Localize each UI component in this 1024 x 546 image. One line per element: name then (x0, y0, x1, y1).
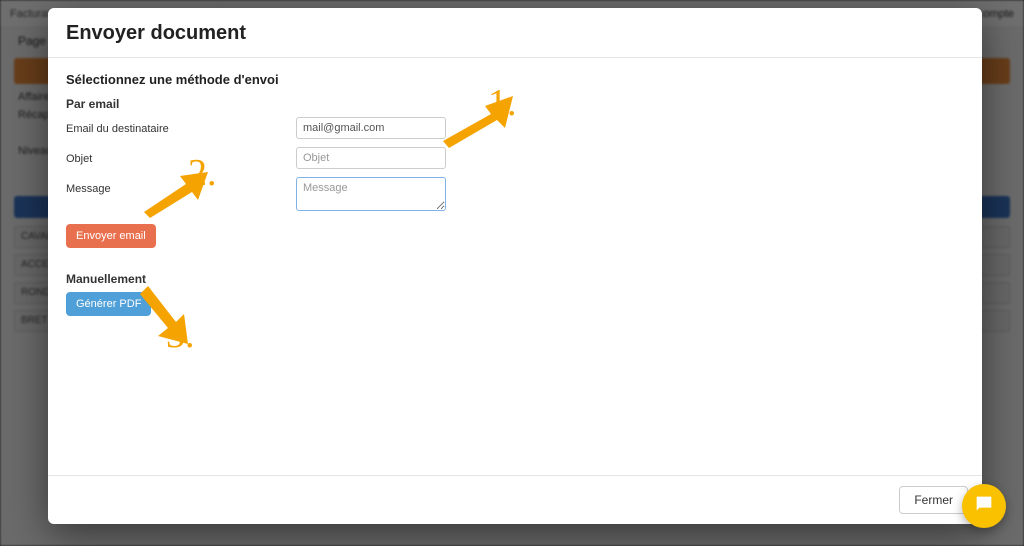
recipient-row: Email du destinataire (66, 117, 964, 139)
annotation-3-label: 3. (166, 316, 195, 354)
subject-input[interactable] (296, 147, 446, 169)
send-email-button[interactable]: Envoyer email (66, 224, 156, 248)
manual-section-label: Manuellement (66, 272, 964, 286)
email-section-label: Par email (66, 97, 964, 111)
recipient-label: Email du destinataire (66, 117, 296, 135)
modal-subtitle: Sélectionnez une méthode d'envoi (66, 72, 964, 87)
send-document-modal: Envoyer document Sélectionnez une méthod… (48, 8, 982, 524)
message-row: Message (66, 177, 964, 216)
message-textarea[interactable] (296, 177, 446, 211)
modal-body: Sélectionnez une méthode d'envoi Par ema… (48, 58, 982, 475)
modal-header: Envoyer document (48, 8, 982, 58)
message-label: Message (66, 177, 296, 195)
subject-label: Objet (66, 147, 296, 165)
subject-row: Objet (66, 147, 964, 169)
recipient-input[interactable] (296, 117, 446, 139)
chat-launcher[interactable] (962, 484, 1006, 528)
generate-pdf-button[interactable]: Générer PDF (66, 292, 151, 316)
close-button[interactable]: Fermer (899, 486, 968, 514)
modal-footer: Fermer (48, 475, 982, 524)
chat-icon (973, 493, 995, 520)
modal-title: Envoyer document (66, 22, 964, 45)
